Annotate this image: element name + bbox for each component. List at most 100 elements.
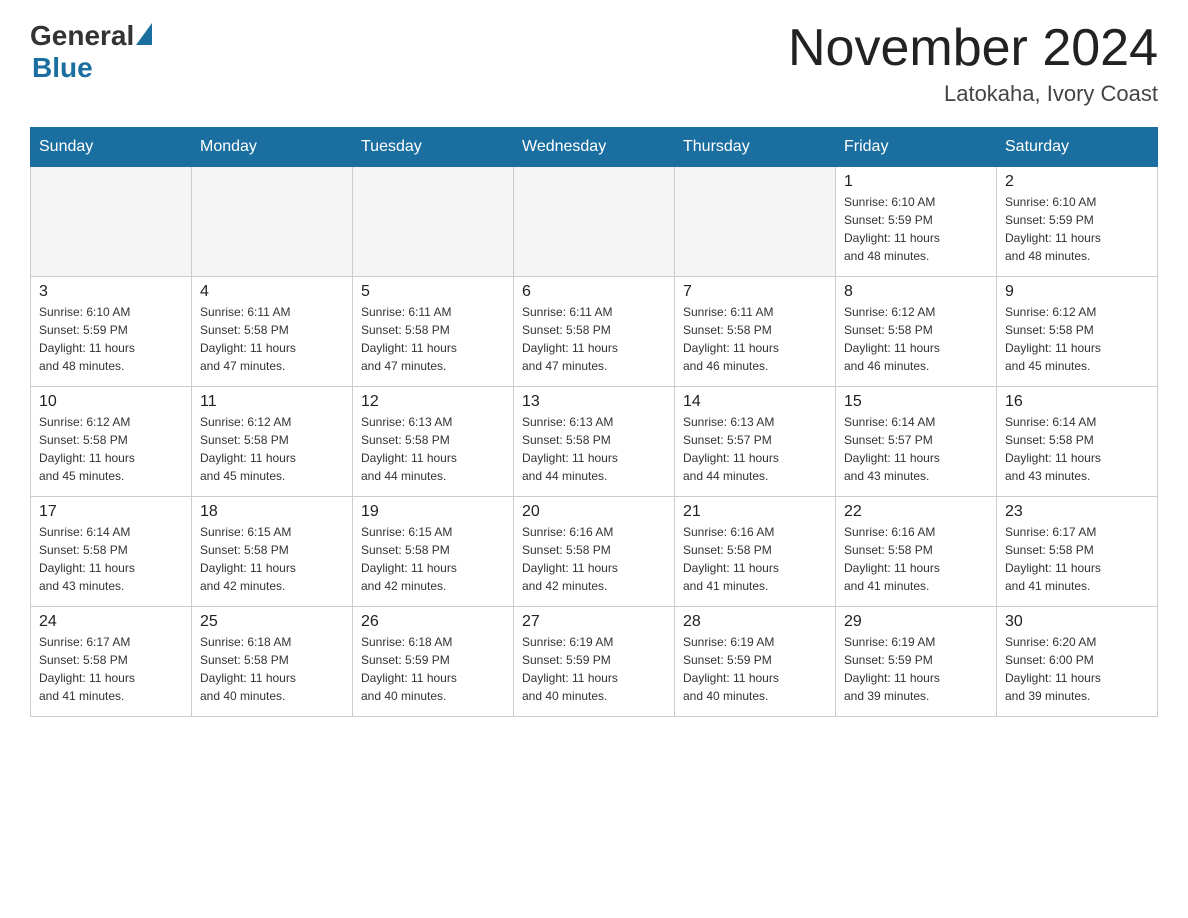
day-info: Sunrise: 6:10 AM Sunset: 5:59 PM Dayligh… [39, 305, 135, 373]
day-number: 9 [1005, 283, 1149, 301]
weekday-header-friday: Friday [836, 128, 997, 167]
day-number: 30 [1005, 613, 1149, 631]
calendar-cell: 14 Sunrise: 6:13 AM Sunset: 5:57 PM Dayli… [675, 387, 836, 497]
calendar-cell: 4 Sunrise: 6:11 AM Sunset: 5:58 PM Daylig… [192, 277, 353, 387]
calendar-cell [353, 167, 514, 277]
day-number: 13 [522, 393, 666, 411]
day-info: Sunrise: 6:18 AM Sunset: 5:59 PM Dayligh… [361, 635, 457, 703]
calendar-cell: 5 Sunrise: 6:11 AM Sunset: 5:58 PM Daylig… [353, 277, 514, 387]
calendar-header: SundayMondayTuesdayWednesdayThursdayFrid… [31, 128, 1158, 167]
day-info: Sunrise: 6:14 AM Sunset: 5:58 PM Dayligh… [1005, 415, 1101, 483]
calendar-cell [514, 167, 675, 277]
calendar-cell: 12 Sunrise: 6:13 AM Sunset: 5:58 PM Dayli… [353, 387, 514, 497]
day-number: 15 [844, 393, 988, 411]
logo-general-text: General [30, 20, 134, 52]
calendar-cell: 10 Sunrise: 6:12 AM Sunset: 5:58 PM Dayli… [31, 387, 192, 497]
day-number: 28 [683, 613, 827, 631]
calendar-cell: 18 Sunrise: 6:15 AM Sunset: 5:58 PM Dayli… [192, 497, 353, 607]
day-number: 4 [200, 283, 344, 301]
calendar-cell: 3 Sunrise: 6:10 AM Sunset: 5:59 PM Daylig… [31, 277, 192, 387]
day-number: 20 [522, 503, 666, 521]
weekday-header-tuesday: Tuesday [353, 128, 514, 167]
day-info: Sunrise: 6:14 AM Sunset: 5:58 PM Dayligh… [39, 525, 135, 593]
day-info: Sunrise: 6:10 AM Sunset: 5:59 PM Dayligh… [1005, 195, 1101, 263]
day-info: Sunrise: 6:12 AM Sunset: 5:58 PM Dayligh… [39, 415, 135, 483]
day-number: 16 [1005, 393, 1149, 411]
day-number: 24 [39, 613, 183, 631]
day-info: Sunrise: 6:16 AM Sunset: 5:58 PM Dayligh… [683, 525, 779, 593]
day-info: Sunrise: 6:16 AM Sunset: 5:58 PM Dayligh… [844, 525, 940, 593]
calendar-cell: 30 Sunrise: 6:20 AM Sunset: 6:00 PM Dayli… [997, 607, 1158, 717]
day-number: 19 [361, 503, 505, 521]
day-info: Sunrise: 6:11 AM Sunset: 5:58 PM Dayligh… [683, 305, 779, 373]
day-info: Sunrise: 6:20 AM Sunset: 6:00 PM Dayligh… [1005, 635, 1101, 703]
logo-triangle-icon [136, 23, 152, 45]
calendar-cell: 16 Sunrise: 6:14 AM Sunset: 5:58 PM Dayli… [997, 387, 1158, 497]
calendar-cell: 13Sunrise: 6:13 AM Sunset: 5:58 PM Dayli… [514, 387, 675, 497]
calendar-cell: 11Sunrise: 6:12 AM Sunset: 5:58 PM Dayli… [192, 387, 353, 497]
day-info: Sunrise: 6:17 AM Sunset: 5:58 PM Dayligh… [39, 635, 135, 703]
day-number: 26 [361, 613, 505, 631]
day-number: 23 [1005, 503, 1149, 521]
day-info: Sunrise: 6:19 AM Sunset: 5:59 PM Dayligh… [522, 635, 618, 703]
calendar-cell: 26 Sunrise: 6:18 AM Sunset: 5:59 PM Dayli… [353, 607, 514, 717]
day-number: 21 [683, 503, 827, 521]
calendar-cell: 28 Sunrise: 6:19 AM Sunset: 5:59 PM Dayli… [675, 607, 836, 717]
calendar-cell: 17Sunrise: 6:14 AM Sunset: 5:58 PM Dayli… [31, 497, 192, 607]
weekday-header-monday: Monday [192, 128, 353, 167]
calendar-body: 1 Sunrise: 6:10 AM Sunset: 5:59 PM Daylig… [31, 167, 1158, 717]
day-number: 6 [522, 283, 666, 301]
day-number: 1 [844, 173, 988, 191]
calendar-week-2: 3 Sunrise: 6:10 AM Sunset: 5:59 PM Daylig… [31, 277, 1158, 387]
calendar-cell: 23Sunrise: 6:17 AM Sunset: 5:58 PM Dayli… [997, 497, 1158, 607]
day-number: 12 [361, 393, 505, 411]
calendar-week-4: 17Sunrise: 6:14 AM Sunset: 5:58 PM Dayli… [31, 497, 1158, 607]
day-info: Sunrise: 6:11 AM Sunset: 5:58 PM Dayligh… [200, 305, 296, 373]
day-number: 3 [39, 283, 183, 301]
day-info: Sunrise: 6:16 AM Sunset: 5:58 PM Dayligh… [522, 525, 618, 593]
logo-top: General [30, 20, 152, 52]
day-number: 18 [200, 503, 344, 521]
day-number: 2 [1005, 173, 1149, 191]
day-number: 22 [844, 503, 988, 521]
calendar-cell: 8Sunrise: 6:12 AM Sunset: 5:58 PM Daylig… [836, 277, 997, 387]
calendar-cell: 27 Sunrise: 6:19 AM Sunset: 5:59 PM Dayli… [514, 607, 675, 717]
day-number: 10 [39, 393, 183, 411]
day-info: Sunrise: 6:13 AM Sunset: 5:58 PM Dayligh… [361, 415, 457, 483]
day-number: 7 [683, 283, 827, 301]
calendar-week-5: 24 Sunrise: 6:17 AM Sunset: 5:58 PM Dayli… [31, 607, 1158, 717]
day-info: Sunrise: 6:19 AM Sunset: 5:59 PM Dayligh… [683, 635, 779, 703]
day-info: Sunrise: 6:10 AM Sunset: 5:59 PM Dayligh… [844, 195, 940, 263]
page-header: General Blue November 2024 Latokaha, Ivo… [30, 20, 1158, 107]
day-number: 5 [361, 283, 505, 301]
calendar-cell: 19Sunrise: 6:15 AM Sunset: 5:58 PM Dayli… [353, 497, 514, 607]
calendar-cell [192, 167, 353, 277]
calendar-cell: 6 Sunrise: 6:11 AM Sunset: 5:58 PM Daylig… [514, 277, 675, 387]
day-info: Sunrise: 6:14 AM Sunset: 5:57 PM Dayligh… [844, 415, 940, 483]
day-number: 14 [683, 393, 827, 411]
calendar-cell [31, 167, 192, 277]
calendar-cell: 7 Sunrise: 6:11 AM Sunset: 5:58 PM Daylig… [675, 277, 836, 387]
day-info: Sunrise: 6:13 AM Sunset: 5:57 PM Dayligh… [683, 415, 779, 483]
day-info: Sunrise: 6:12 AM Sunset: 5:58 PM Dayligh… [200, 415, 296, 483]
day-number: 25 [200, 613, 344, 631]
calendar-cell: 24 Sunrise: 6:17 AM Sunset: 5:58 PM Dayli… [31, 607, 192, 717]
day-info: Sunrise: 6:12 AM Sunset: 5:58 PM Dayligh… [1005, 305, 1101, 373]
month-title: November 2024 [788, 20, 1158, 77]
weekday-header-row: SundayMondayTuesdayWednesdayThursdayFrid… [31, 128, 1158, 167]
weekday-header-saturday: Saturday [997, 128, 1158, 167]
day-number: 27 [522, 613, 666, 631]
day-info: Sunrise: 6:19 AM Sunset: 5:59 PM Dayligh… [844, 635, 940, 703]
day-info: Sunrise: 6:11 AM Sunset: 5:58 PM Dayligh… [361, 305, 457, 373]
weekday-header-sunday: Sunday [31, 128, 192, 167]
calendar-cell: 1 Sunrise: 6:10 AM Sunset: 5:59 PM Daylig… [836, 167, 997, 277]
day-info: Sunrise: 6:18 AM Sunset: 5:58 PM Dayligh… [200, 635, 296, 703]
calendar-cell: 21 Sunrise: 6:16 AM Sunset: 5:58 PM Dayli… [675, 497, 836, 607]
weekday-header-thursday: Thursday [675, 128, 836, 167]
day-number: 29 [844, 613, 988, 631]
day-info: Sunrise: 6:11 AM Sunset: 5:58 PM Dayligh… [522, 305, 618, 373]
calendar-week-1: 1 Sunrise: 6:10 AM Sunset: 5:59 PM Daylig… [31, 167, 1158, 277]
calendar-cell: 29 Sunrise: 6:19 AM Sunset: 5:59 PM Dayli… [836, 607, 997, 717]
calendar-table: SundayMondayTuesdayWednesdayThursdayFrid… [30, 127, 1158, 717]
day-info: Sunrise: 6:15 AM Sunset: 5:58 PM Dayligh… [200, 525, 296, 593]
